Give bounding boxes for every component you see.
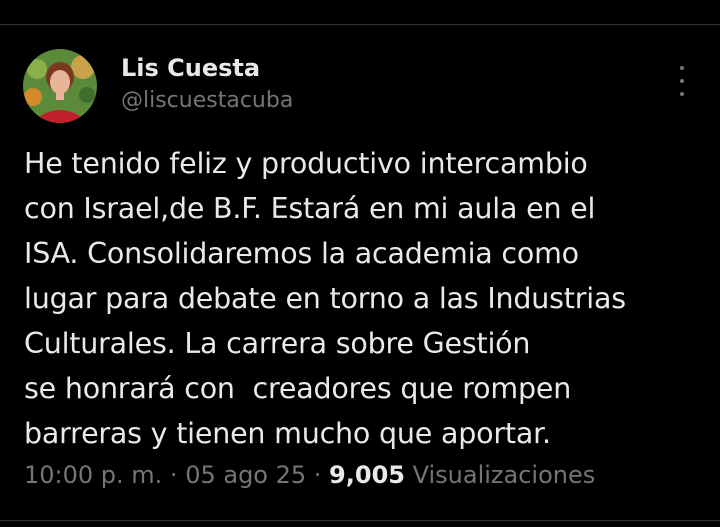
tweet-text: He tenido feliz y productivo intercambio… <box>24 141 704 456</box>
tweet-line: He tenido feliz y productivo intercambio <box>24 147 588 180</box>
tweet-time[interactable]: 10:00 p. m. <box>24 461 162 489</box>
views-count: 9,005 <box>329 461 405 489</box>
tweet-line: ISA. Consolidaremos la academia como <box>24 237 579 270</box>
tweet-line: barreras y tienen mucho que aportar. <box>24 417 551 450</box>
tweet-date[interactable]: 05 ago 25 <box>185 461 306 489</box>
tweet-line: lugar para debate en torno a las Industr… <box>24 282 626 315</box>
author-name[interactable]: Lis Cuesta <box>121 54 260 82</box>
avatar[interactable] <box>23 49 97 123</box>
tweet-line: se honrará con creadores que rompen <box>24 372 572 405</box>
top-divider <box>0 24 720 25</box>
author-handle[interactable]: @liscuestacuba <box>121 88 293 113</box>
bottom-divider <box>0 520 720 521</box>
avatar-image <box>23 49 97 123</box>
meta-separator: · <box>162 461 186 489</box>
more-vertical-icon[interactable] <box>672 66 692 96</box>
tweet-line: Culturales. La carrera sobre Gestión <box>24 327 531 360</box>
views-label: Visualizaciones <box>412 461 596 489</box>
meta-separator: · <box>306 461 330 489</box>
tweet-line: con Israel,de B.F. Estará en mi aula en … <box>24 192 596 225</box>
tweet-metadata: 10:00 p. m. · 05 ago 25 · 9,005 Visualiz… <box>24 461 595 489</box>
